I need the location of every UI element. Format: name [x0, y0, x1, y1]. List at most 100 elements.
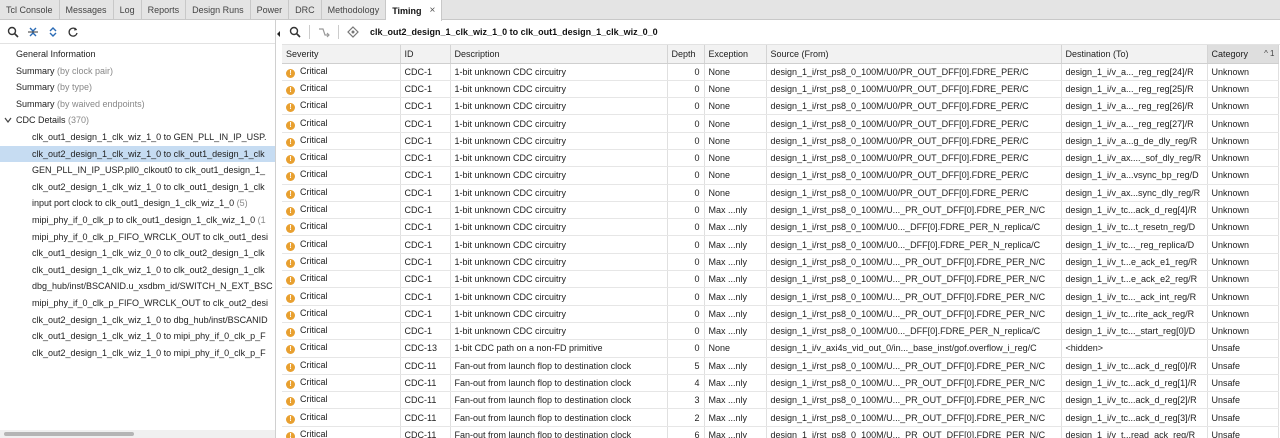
tab-log[interactable]: Log	[114, 0, 142, 20]
cell-text: Unknown	[1211, 83, 1250, 94]
table-row[interactable]: ! Critical CDC-1 1-bit unknown CDC circuitr…	[282, 270, 1279, 289]
cell-text: 1-bit unknown CDC circuitry	[454, 135, 567, 146]
cell-text: 1-bit unknown CDC circuitry	[454, 256, 567, 267]
table-row[interactable]: ! Critical CDC-1 1-bit unknown CDC circuitr…	[282, 63, 1279, 81]
table-row[interactable]: ! Critical CDC-1 1-bit unknown CDC circuitr…	[282, 166, 1279, 185]
cell-text: Critical	[300, 238, 328, 249]
table-row[interactable]: ! Critical CDC-11 Fan-out from launch flop …	[282, 391, 1279, 410]
column-header-destination-to[interactable]: Destination (To)	[1061, 45, 1208, 64]
tree-item[interactable]: mipi_phy_if_0_clk_p_FIFO_WRCLK_OUT to cl…	[0, 229, 275, 246]
table-row[interactable]: ! Critical CDC-1 1-bit unknown CDC circuitr…	[282, 287, 1279, 306]
cell-destination-to: design_1_i/v_a...g_de_dly_reg/R	[1061, 132, 1208, 150]
tree-item[interactable]: Summary (by waived endpoints)	[0, 96, 275, 113]
schematic-icon[interactable]	[315, 23, 333, 41]
cell-text: Max ...nly	[708, 291, 748, 302]
tree-item[interactable]: clk_out1_design_1_clk_wiz_1_0 to mipi_ph…	[0, 328, 275, 345]
tab-design-runs[interactable]: Design Runs	[186, 0, 251, 20]
cell-source-from: design_1_i/rst_ps8_0_100M/U0/PR_OUT_DFF[…	[766, 97, 1062, 116]
tab-tcl-console[interactable]: Tcl Console	[0, 0, 60, 20]
cell-category: Unknown	[1207, 149, 1279, 168]
cell-source-from: design_1_i/rst_ps8_0_100M/U0..._DFF[0].F…	[766, 322, 1062, 341]
tab-drc[interactable]: DRC	[289, 0, 322, 20]
table-row[interactable]: ! Critical CDC-11 Fan-out from launch flop …	[282, 408, 1279, 427]
cell-text: Critical	[300, 325, 328, 336]
tab-reports[interactable]: Reports	[142, 0, 187, 20]
cell-severity: ! Critical	[282, 114, 401, 133]
tree-item[interactable]: General Information	[0, 46, 275, 63]
column-header-severity[interactable]: Severity	[282, 45, 401, 64]
column-header-id[interactable]: ID	[400, 45, 451, 64]
cell-id: CDC-1	[400, 80, 451, 99]
table-row[interactable]: ! Critical CDC-1 1-bit unknown CDC circuitr…	[282, 97, 1279, 116]
table-row[interactable]: ! Critical CDC-1 1-bit unknown CDC circuitr…	[282, 305, 1279, 323]
column-header-source-from[interactable]: Source (From)	[766, 45, 1062, 64]
expand-chevron-icon[interactable]	[4, 115, 16, 125]
tree-item[interactable]: mipi_phy_if_0_clk_p to clk_out1_design_1…	[0, 212, 275, 229]
tree-horizontal-scrollbar[interactable]	[0, 430, 275, 438]
table-row[interactable]: ! Critical CDC-1 1-bit unknown CDC circuitr…	[282, 114, 1279, 133]
cell-text: design_1_i/rst_ps8_0_100M/U0/PR_OUT_DFF[…	[770, 187, 1029, 198]
tree-item[interactable]: clk_out2_design_1_clk_wiz_1_0 to dbg_hub…	[0, 312, 275, 329]
tree-item[interactable]: Summary (by clock pair)	[0, 63, 275, 80]
cell-text: CDC-1	[404, 153, 433, 164]
cell-text: design_1_i/rst_ps8_0_100M/U0/PR_OUT_DFF[…	[770, 83, 1029, 94]
search-icon[interactable]	[4, 23, 22, 41]
table-row[interactable]: ! Critical CDC-1 1-bit unknown CDC circuitr…	[282, 235, 1279, 254]
tree-item[interactable]: clk_out1_design_1_clk_wiz_1_0 to GEN_PLL…	[0, 129, 275, 146]
tree-item[interactable]: clk_out1_design_1_clk_wiz_0_0 to clk_out…	[0, 245, 275, 262]
table-row[interactable]: ! Critical CDC-1 1-bit unknown CDC circuitr…	[282, 132, 1279, 150]
cell-category: Unsafe	[1207, 391, 1279, 410]
tab-label: Tcl Console	[6, 5, 53, 15]
table-row[interactable]: ! Critical CDC-13 1-bit CDC path on a non-F…	[282, 339, 1279, 358]
tab-power[interactable]: Power	[251, 0, 290, 20]
table-row[interactable]: ! Critical CDC-1 1-bit unknown CDC circuitr…	[282, 218, 1279, 237]
tree-item-count: (1	[257, 214, 266, 225]
table-row[interactable]: ! Critical CDC-1 1-bit unknown CDC circuitr…	[282, 80, 1279, 99]
cell-severity: ! Critical	[282, 97, 401, 116]
table-row[interactable]: ! Critical CDC-11 Fan-out from launch flop …	[282, 357, 1279, 375]
column-header-depth[interactable]: Depth	[667, 45, 705, 64]
table-row[interactable]: ! Critical CDC-11 Fan-out from launch flop …	[282, 426, 1279, 438]
tree-item[interactable]: clk_out2_design_1_clk_wiz_1_0 to clk_out…	[0, 179, 275, 196]
tab-methodology[interactable]: Methodology	[322, 0, 387, 20]
expand-all-icon[interactable]	[44, 23, 62, 41]
close-icon[interactable]: ×	[430, 1, 436, 21]
critical-warning-icon: !	[286, 172, 295, 182]
tab-messages[interactable]: Messages	[60, 0, 114, 20]
tree-item[interactable]: GEN_PLL_IN_IP_USP.pll0_clkout0 to clk_ou…	[0, 162, 275, 179]
tree-item[interactable]: clk_out2_design_1_clk_wiz_1_0 to clk_out…	[0, 145, 275, 163]
search-icon[interactable]	[286, 23, 304, 41]
table-row[interactable]: ! Critical CDC-1 1-bit unknown CDC circuitr…	[282, 201, 1279, 220]
critical-warning-icon: !	[286, 414, 295, 424]
cell-text: 0	[694, 170, 700, 181]
tree-item-label: GEN_PLL_IN_IP_USP.pll0_clkout0 to clk_ou…	[32, 165, 265, 176]
table-row[interactable]: ! Critical CDC-1 1-bit unknown CDC circuitr…	[282, 322, 1279, 341]
cell-id: CDC-1	[400, 305, 451, 323]
cell-text: design_1_i/v_tc..._ack_int_reg/R	[1065, 291, 1197, 302]
tree-item[interactable]: clk_out1_design_1_clk_wiz_1_0 to clk_out…	[0, 262, 275, 279]
tree-item[interactable]: input port clock to clk_out1_design_1_cl…	[0, 195, 275, 212]
table-row[interactable]: ! Critical CDC-1 1-bit unknown CDC circuitr…	[282, 253, 1279, 272]
tree-item[interactable]: mipi_phy_if_0_clk_p_FIFO_WRCLK_OUT to cl…	[0, 295, 275, 312]
refresh-icon[interactable]	[64, 23, 82, 41]
table-row[interactable]: ! Critical CDC-1 1-bit unknown CDC circuitr…	[282, 184, 1279, 202]
tab-timing[interactable]: Timing ×	[386, 0, 443, 21]
cell-depth: 0	[667, 218, 705, 237]
cell-description: 1-bit unknown CDC circuitry	[450, 63, 668, 81]
waive-icon[interactable]	[344, 23, 362, 41]
tree-item-label: clk_out2_design_1_clk_wiz_1_0 to dbg_hub…	[32, 314, 268, 325]
cell-text: design_1_i/rst_ps8_0_100M/U0..._DFF[0].F…	[770, 222, 1041, 233]
column-header-exception[interactable]: Exception	[704, 45, 767, 64]
tree-node-cdc-details[interactable]: CDC Details (370)	[0, 112, 275, 129]
tree-item[interactable]: dbg_hub/inst/BSCANID.u_xsdbm_id/SWITCH_N…	[0, 278, 275, 295]
tree-item[interactable]: clk_out2_design_1_clk_wiz_1_0 to mipi_ph…	[0, 345, 275, 362]
cell-source-from: design_1_i/rst_ps8_0_100M/U..._PR_OUT_DF…	[766, 270, 1062, 289]
tree-item[interactable]: Summary (by type)	[0, 79, 275, 96]
column-header-category[interactable]: Category ^ 1	[1207, 45, 1279, 64]
column-header-description[interactable]: Description	[450, 45, 668, 64]
cell-source-from: design_1_i/rst_ps8_0_100M/U..._PR_OUT_DF…	[766, 391, 1062, 410]
table-row[interactable]: ! Critical CDC-1 1-bit unknown CDC circuitr…	[282, 149, 1279, 168]
table-row[interactable]: ! Critical CDC-11 Fan-out from launch flop …	[282, 374, 1279, 393]
collapse-all-icon[interactable]	[24, 23, 42, 41]
cell-description: 1-bit unknown CDC circuitry	[450, 149, 668, 168]
